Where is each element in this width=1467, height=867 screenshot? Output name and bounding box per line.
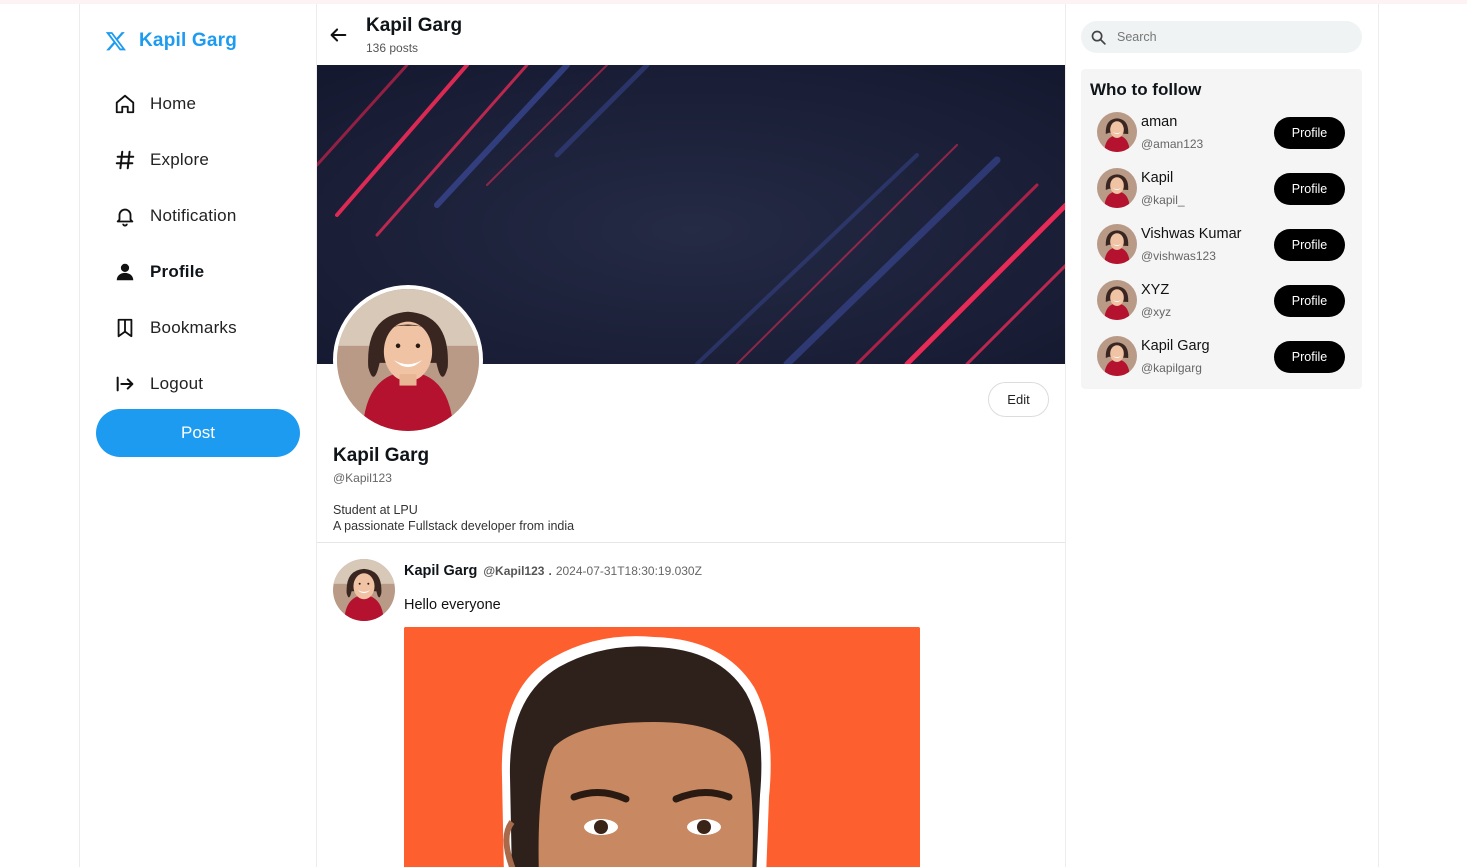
- who-to-follow-panel: Who to follow aman @aman123 Profile Kapi…: [1081, 69, 1362, 389]
- tweet-avatar[interactable]: [333, 559, 395, 621]
- who-to-follow-title: Who to follow: [1090, 80, 1202, 99]
- suggestion-handle: @aman123: [1141, 137, 1204, 151]
- tweet-author[interactable]: Kapil Garg: [404, 563, 477, 579]
- nav-item-explore[interactable]: Explore: [114, 132, 314, 188]
- nav-item-logout[interactable]: Logout: [114, 356, 314, 412]
- suggestion-handle: @xyz: [1141, 305, 1172, 319]
- search-box[interactable]: [1081, 21, 1362, 53]
- brand-name: Kapil Garg: [139, 30, 238, 51]
- nav-label-bookmarks: Bookmarks: [150, 318, 237, 337]
- profile-bio-line-2: A passionate Fullstack developer from in…: [333, 519, 575, 533]
- sidebar: Kapil Garg Home Explore Notification Pro…: [79, 4, 317, 867]
- edit-profile-button[interactable]: Edit: [988, 382, 1049, 417]
- profile-avatar[interactable]: [333, 285, 483, 435]
- suggestion-handle: @kapilgarg: [1141, 361, 1202, 375]
- tweet-meta: Kapil Garg @Kapil123 . 2024-07-31T18:30:…: [404, 563, 702, 579]
- suggestion-avatar[interactable]: [1097, 112, 1137, 152]
- profile-bio-line-1: Student at LPU: [333, 503, 418, 517]
- posts-count: 136 posts: [366, 41, 419, 55]
- nav-label-logout: Logout: [150, 374, 204, 393]
- nav-item-profile[interactable]: Profile: [114, 244, 314, 300]
- suggestion-name: Kapil Garg: [1141, 338, 1210, 354]
- suggestion-profile-button[interactable]: Profile: [1274, 341, 1345, 373]
- suggestion-name: Kapil: [1141, 170, 1174, 186]
- follow-suggestion: XYZ @xyz Profile: [1081, 273, 1362, 329]
- brand[interactable]: Kapil Garg: [105, 30, 237, 52]
- suggestion-name: Vishwas Kumar: [1141, 226, 1242, 242]
- profile-name: Kapil Garg: [333, 445, 430, 466]
- follow-suggestion: aman @aman123 Profile: [1081, 105, 1362, 161]
- suggestion-avatar[interactable]: [1097, 224, 1137, 264]
- home-icon: [114, 93, 136, 115]
- suggestion-avatar[interactable]: [1097, 168, 1137, 208]
- logout-icon: [114, 373, 136, 395]
- main-nav: Home Explore Notification Profile Bookma…: [114, 76, 314, 412]
- tweet[interactable]: Kapil Garg @Kapil123 . 2024-07-31T18:30:…: [317, 543, 1065, 867]
- suggestion-avatar[interactable]: [1097, 336, 1137, 376]
- profile-main: Kapil Garg 136 posts Edit Kapil Garg @Ka…: [317, 4, 1066, 867]
- tweet-text: Hello everyone: [404, 597, 501, 613]
- post-button[interactable]: Post: [96, 409, 300, 457]
- suggestion-handle: @vishwas123: [1141, 249, 1216, 263]
- tweet-timestamp: 2024-07-31T18:30:19.030Z: [555, 564, 702, 578]
- nav-item-bookmarks[interactable]: Bookmarks: [114, 300, 314, 356]
- follow-suggestion: Kapil Garg @kapilgarg Profile: [1081, 329, 1362, 385]
- nav-label-explore: Explore: [150, 150, 210, 169]
- x-logo-icon: [105, 32, 126, 51]
- nav-label-notification: Notification: [150, 206, 237, 225]
- nav-item-notification[interactable]: Notification: [114, 188, 314, 244]
- nav-label-home: Home: [150, 94, 197, 113]
- suggestion-profile-button[interactable]: Profile: [1274, 173, 1345, 205]
- right-column: Who to follow aman @aman123 Profile Kapi…: [1066, 4, 1379, 867]
- bell-icon: [114, 205, 136, 227]
- suggestion-avatar[interactable]: [1097, 280, 1137, 320]
- follow-suggestion: Kapil @kapil_ Profile: [1081, 161, 1362, 217]
- suggestion-name: XYZ: [1141, 282, 1170, 298]
- profile-handle: @Kapil123: [333, 471, 392, 485]
- suggestion-profile-button[interactable]: Profile: [1274, 229, 1345, 261]
- nav-label-profile: Profile: [150, 262, 205, 281]
- suggestion-profile-button[interactable]: Profile: [1274, 117, 1345, 149]
- back-arrow-icon[interactable]: [327, 24, 349, 46]
- suggestion-name: aman: [1141, 114, 1178, 130]
- bookmark-icon: [114, 317, 136, 339]
- suggestion-profile-button[interactable]: Profile: [1274, 285, 1345, 317]
- profile-header: Kapil Garg 136 posts: [317, 4, 1065, 64]
- search-input[interactable]: [1117, 30, 1347, 44]
- follow-suggestion: Vishwas Kumar @vishwas123 Profile: [1081, 217, 1362, 273]
- tweet-image[interactable]: [404, 627, 920, 867]
- hashtag-icon: [114, 149, 136, 171]
- nav-item-home[interactable]: Home: [114, 76, 314, 132]
- tweet-handle[interactable]: @Kapil123: [483, 564, 544, 578]
- tweet-separator: .: [548, 564, 552, 578]
- search-icon: [1091, 30, 1106, 45]
- person-icon: [114, 261, 136, 283]
- suggestion-handle: @kapil_: [1141, 193, 1185, 207]
- header-title: Kapil Garg: [366, 15, 463, 36]
